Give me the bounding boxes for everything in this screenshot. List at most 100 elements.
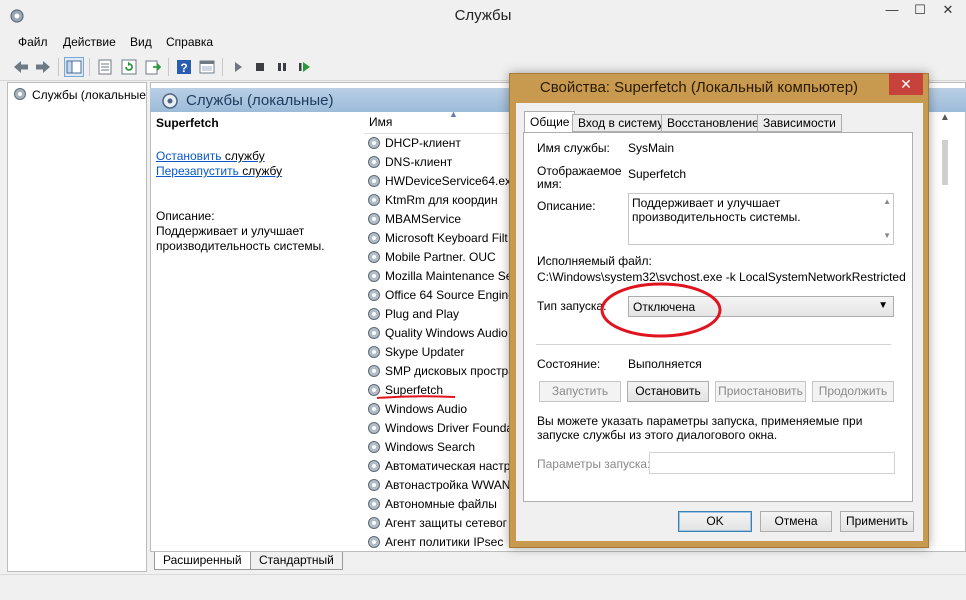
service-row[interactable]: Windows Search [366, 438, 516, 457]
service-row[interactable]: HWDeviceService64.exe [366, 172, 516, 191]
pause-button[interactable]: Приостановить [715, 381, 806, 402]
restart-service-link[interactable]: Перезапустить службу [156, 164, 282, 178]
tree-item-services-local[interactable]: Службы (локальные [12, 86, 146, 102]
apply-button[interactable]: Применить [840, 511, 914, 532]
restart-link-text[interactable]: Перезапустить [156, 164, 239, 178]
console-icon[interactable] [197, 57, 217, 77]
ok-button[interactable]: OK [678, 511, 752, 532]
stop-icon[interactable] [250, 57, 270, 77]
gear-icon [368, 498, 380, 510]
close-icon[interactable]: ✕ [934, 0, 962, 22]
service-row[interactable]: Quality Windows Audio [366, 324, 516, 343]
service-name: Plug and Play [385, 307, 460, 321]
service-row[interactable]: Агент политики IPsec [366, 533, 516, 552]
toolbar-separator [58, 58, 59, 76]
service-row[interactable]: Office 64 Source Engine [366, 286, 516, 305]
service-row[interactable]: Mobile Partner. OUC [366, 248, 516, 267]
service-row[interactable]: Автономные файлы [366, 495, 516, 514]
dialog-close-button[interactable]: ✕ [889, 73, 923, 95]
service-row[interactable]: Microsoft Keyboard Filt [366, 229, 516, 248]
menu-view[interactable]: Вид [130, 35, 152, 49]
dialog-description-box[interactable]: Поддерживает и улучшает производительнос… [628, 193, 894, 245]
service-name: Mozilla Maintenance Se [385, 269, 513, 283]
window-title: Службы [454, 7, 512, 24]
gear-icon [368, 175, 380, 187]
gear-icon [368, 460, 380, 472]
gear-icon [368, 137, 380, 149]
minimize-icon[interactable]: — [878, 0, 906, 22]
service-row[interactable]: KtmRm для координ [366, 191, 516, 210]
tab-standard[interactable]: Стандартный [250, 552, 343, 570]
column-header-name[interactable]: Имя [369, 115, 392, 129]
service-row[interactable]: SMP дисковых простра [366, 362, 516, 381]
maximize-icon[interactable]: ☐ [906, 0, 934, 22]
service-name: Quality Windows Audio [385, 326, 508, 340]
tab-dependencies[interactable]: Зависимости [757, 114, 842, 132]
gear-icon [368, 346, 380, 358]
cancel-button[interactable]: Отмена [760, 511, 832, 532]
service-name: Microsoft Keyboard Filt [385, 231, 508, 245]
help-icon[interactable]: ? [174, 57, 194, 77]
tab-extended[interactable]: Расширенный [154, 552, 251, 570]
refresh-icon[interactable] [119, 57, 139, 77]
stop-service-link[interactable]: Остановить службу [156, 149, 265, 163]
gear-icon [368, 517, 380, 529]
tab-recovery[interactable]: Восстановление [661, 114, 765, 132]
scroll-up-icon[interactable]: ▲ [940, 112, 950, 123]
service-row[interactable]: Автоматическая настр [366, 457, 516, 476]
gear-icon [368, 403, 380, 415]
service-row[interactable]: Агент защиты сетевог [366, 514, 516, 533]
service-row[interactable]: DNS-клиент [366, 153, 516, 172]
service-name: MBAMService [385, 212, 462, 226]
back-icon[interactable] [11, 57, 31, 77]
service-row[interactable]: Plug and Play [366, 305, 516, 324]
menu-bar: Файл Действие Вид Справка [0, 32, 966, 53]
restart-icon[interactable] [294, 57, 314, 77]
pause-icon[interactable] [272, 57, 292, 77]
menu-action[interactable]: Действие [63, 35, 116, 49]
service-name: HWDeviceService64.exe [385, 174, 516, 188]
scroll-down-icon[interactable]: ▼ [883, 229, 891, 243]
gear-icon [368, 194, 380, 206]
display-name-value[interactable]: Superfetch [628, 167, 686, 181]
params-input[interactable] [649, 452, 895, 474]
service-row[interactable]: Skype Updater [366, 343, 516, 362]
dialog-description-value: Поддерживает и улучшает производительнос… [632, 196, 801, 224]
tab-general[interactable]: Общие [524, 111, 576, 133]
list-scrollbar[interactable]: ▲ [936, 110, 954, 550]
service-row[interactable]: Автонастройка WWAN [366, 476, 516, 495]
service-name: SMP дисковых простра [385, 364, 515, 378]
gear-icon [368, 156, 380, 168]
stop-link-text[interactable]: Остановить [156, 149, 222, 163]
service-name: Skype Updater [385, 345, 465, 359]
annotation-underline [376, 395, 456, 399]
play-icon[interactable] [228, 57, 248, 77]
properties-icon[interactable] [95, 57, 115, 77]
status-bar [0, 574, 966, 600]
service-row[interactable]: Mozilla Maintenance Se [366, 267, 516, 286]
scroll-thumb[interactable] [942, 140, 948, 185]
service-name: Агент политики IPsec [385, 535, 504, 549]
service-row[interactable]: Windows Audio [366, 400, 516, 419]
export-icon[interactable] [143, 57, 163, 77]
scroll-up-icon[interactable]: ▲ [883, 195, 891, 209]
gear-icon [368, 213, 380, 225]
resume-button[interactable]: Продолжить [812, 381, 894, 402]
service-row[interactable]: DHCP-клиент [366, 134, 516, 153]
status-value: Выполняется [628, 357, 702, 371]
stop-button[interactable]: Остановить [627, 381, 709, 402]
tab-logon[interactable]: Вход в систему [572, 114, 670, 132]
tree-pane: Службы (локальные [7, 82, 147, 572]
service-name: Агент защиты сетевог [385, 516, 508, 530]
menu-file[interactable]: Файл [18, 35, 48, 49]
forward-icon[interactable] [33, 57, 53, 77]
show-tree-icon[interactable] [64, 57, 84, 77]
gear-icon [368, 441, 380, 453]
display-name-label: Отображаемое имя: [537, 164, 622, 191]
divider [536, 344, 891, 345]
menu-help[interactable]: Справка [166, 35, 213, 49]
start-button[interactable]: Запустить [539, 381, 621, 402]
service-row[interactable]: Windows Driver Founda [366, 419, 516, 438]
service-name: KtmRm для координ [385, 193, 498, 207]
service-row[interactable]: MBAMService [366, 210, 516, 229]
